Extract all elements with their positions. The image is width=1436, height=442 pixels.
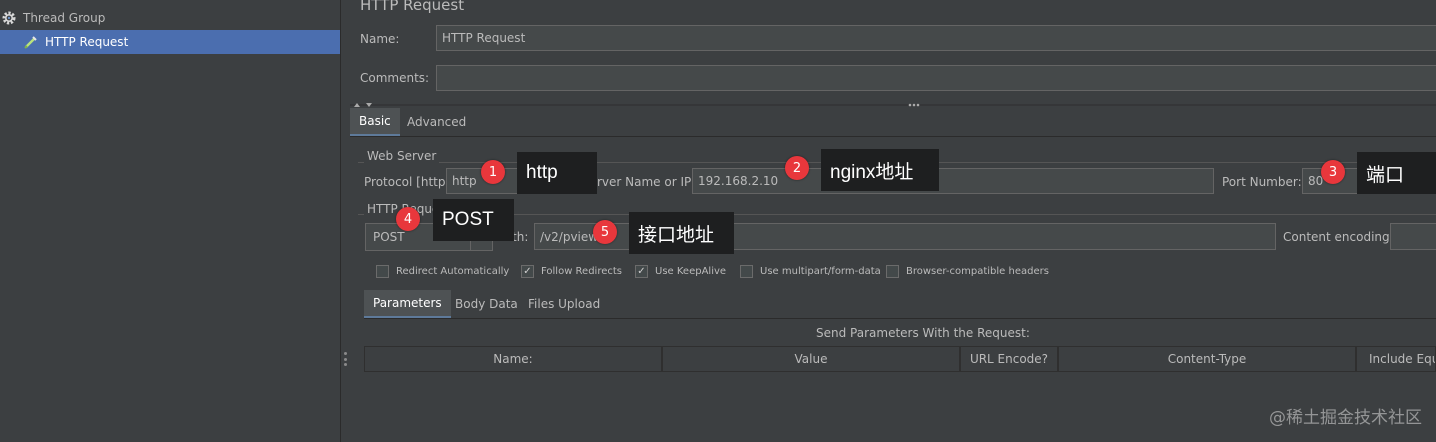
port-label: Port Number: <box>1222 175 1302 189</box>
annotation-callout-4: POST <box>433 199 514 241</box>
name-field[interactable]: HTTP Request <box>436 25 1436 51</box>
annotation-callout-5: 接口地址 <box>629 212 734 254</box>
web-server-group-label: Web Server <box>364 149 440 163</box>
annotation-badge-5: 5 <box>593 220 617 244</box>
annotation-badge-3: 3 <box>1321 160 1345 184</box>
browser-compatible-headers-checkbox[interactable]: Browser-compatible headers <box>886 265 1049 278</box>
use-multipart-checkbox[interactable]: Use multipart/form-data <box>740 265 881 278</box>
content-encoding-label: Content encoding: <box>1283 230 1394 244</box>
server-name-field[interactable]: 192.168.2.10 <box>692 168 1214 194</box>
annotation-callout-1: http <box>517 152 597 194</box>
content-encoding-field[interactable] <box>1390 223 1436 250</box>
subtab-divider <box>364 318 1436 319</box>
page-title: HTTP Request <box>360 0 465 14</box>
tree-item-label: Thread Group <box>23 11 106 25</box>
redirect-automatically-checkbox[interactable]: Redirect Automatically <box>376 265 509 278</box>
checkbox-box[interactable] <box>740 265 753 278</box>
panel-splitter[interactable] <box>340 0 350 442</box>
splitter-grip-icon[interactable] <box>343 352 347 366</box>
checkbox-label: Use KeepAlive <box>655 266 727 277</box>
parameters-caption: Send Parameters With the Request: <box>816 326 1030 340</box>
check-icon[interactable]: ✓ <box>521 265 534 278</box>
annotation-badge-4: 4 <box>396 207 420 231</box>
tab-body-data[interactable]: Body Data <box>446 290 527 318</box>
tab-advanced[interactable]: Advanced <box>398 108 475 136</box>
annotation-badge-2: 2 <box>785 156 809 180</box>
watermark: @稀土掘金技术社区 <box>1269 408 1422 428</box>
column-header-content-type[interactable]: Content-Type <box>1058 346 1356 372</box>
tree-item-label: HTTP Request <box>45 35 129 49</box>
pipette-icon <box>22 33 40 51</box>
name-label: Name: <box>360 32 400 46</box>
annotation-badge-1: 1 <box>481 160 505 184</box>
column-header-name[interactable]: Name: <box>364 346 662 372</box>
checkbox-label: Browser-compatible headers <box>906 266 1049 277</box>
tab-files-upload[interactable]: Files Upload <box>519 290 609 318</box>
checkbox-label: Use multipart/form-data <box>760 266 881 277</box>
follow-redirects-checkbox[interactable]: ✓ Follow Redirects <box>521 265 622 278</box>
checkbox-box[interactable] <box>886 265 899 278</box>
comments-label: Comments: <box>360 71 430 85</box>
tree-item-http-request[interactable]: HTTP Request <box>0 30 340 54</box>
use-keepalive-checkbox[interactable]: ✓ Use KeepAlive <box>635 265 726 278</box>
annotation-callout-3: 端口 <box>1357 152 1436 194</box>
protocol-label: Protocol [http]: <box>364 175 455 189</box>
tab-divider <box>350 136 1436 137</box>
test-plan-tree: Thread Group HTTP Request <box>0 0 340 442</box>
annotation-callout-2: nginx地址 <box>821 149 939 191</box>
tree-item-thread-group[interactable]: Thread Group <box>0 6 340 30</box>
column-header-include-equals[interactable]: Include Equa <box>1356 346 1436 372</box>
server-name-label: Server Name or IP: <box>582 175 696 189</box>
http-request-group <box>358 214 1436 215</box>
checkbox-label: Follow Redirects <box>541 266 622 277</box>
tab-parameters[interactable]: Parameters <box>364 290 451 318</box>
tab-basic[interactable]: Basic <box>350 108 400 136</box>
gear-icon <box>0 9 18 27</box>
comments-field[interactable] <box>436 65 1436 91</box>
column-header-value[interactable]: Value <box>662 346 960 372</box>
section-divider[interactable] <box>350 98 1436 107</box>
checkbox-box[interactable] <box>376 265 389 278</box>
check-icon[interactable]: ✓ <box>635 265 648 278</box>
method-value: POST <box>373 230 405 244</box>
checkbox-label: Redirect Automatically <box>396 266 510 277</box>
column-header-url-encode[interactable]: URL Encode? <box>960 346 1058 372</box>
